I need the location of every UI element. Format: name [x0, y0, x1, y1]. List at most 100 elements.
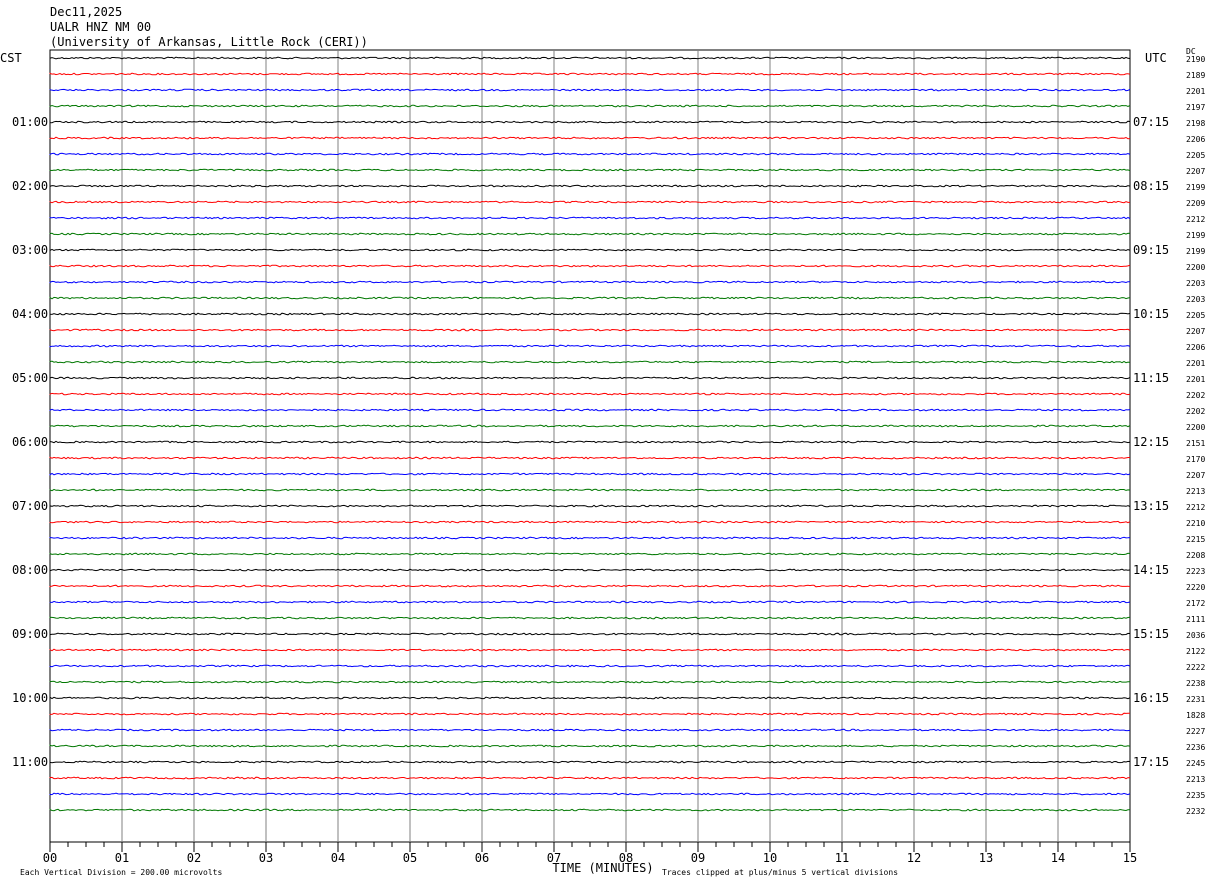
- utc-hour-label: 15:15: [1133, 627, 1169, 641]
- dc-value: 2222: [1186, 663, 1205, 672]
- x-tick-label: 13: [979, 851, 993, 865]
- dc-value: 2207: [1186, 471, 1205, 480]
- cst-hour-label: 09:00: [12, 627, 48, 641]
- trace-line: [49, 744, 1131, 748]
- trace-line: [49, 72, 1131, 76]
- trace-line: [49, 88, 1131, 92]
- dc-value: 2190: [1186, 55, 1205, 64]
- dc-value: 2212: [1186, 503, 1205, 512]
- utc-hour-label: 16:15: [1133, 691, 1169, 705]
- trace-line: [49, 648, 1131, 652]
- trace-line: [49, 120, 1131, 124]
- x-tick-label: 12: [907, 851, 921, 865]
- trace-line: [49, 696, 1131, 700]
- dc-value: 2209: [1186, 199, 1205, 208]
- trace-line: [49, 312, 1131, 316]
- dc-value: 2202: [1186, 391, 1205, 400]
- trace-line: [49, 216, 1131, 220]
- trace-line: [49, 440, 1131, 444]
- dc-value: 2200: [1186, 423, 1205, 432]
- trace-line: [49, 168, 1131, 172]
- trace-line: [49, 776, 1131, 780]
- dc-value: 2235: [1186, 791, 1205, 800]
- dc-value: 2199: [1186, 231, 1205, 240]
- trace-line: [49, 488, 1131, 492]
- cst-hour-label: 01:00: [12, 115, 48, 129]
- dc-value: 2198: [1186, 119, 1205, 128]
- trace-line: [49, 472, 1131, 476]
- utc-hour-label: 12:15: [1133, 435, 1169, 449]
- dc-value: 2213: [1186, 775, 1205, 784]
- dc-value: 2245: [1186, 759, 1205, 768]
- dc-value: 2215: [1186, 535, 1205, 544]
- trace-line: [49, 536, 1131, 540]
- dc-value: 2151: [1186, 439, 1205, 448]
- utc-hour-label: 13:15: [1133, 499, 1169, 513]
- dc-value: 2232: [1186, 807, 1205, 816]
- dc-value: 2197: [1186, 103, 1205, 112]
- trace-line: [49, 568, 1131, 572]
- trace-line: [49, 552, 1131, 556]
- cst-hour-label: 06:00: [12, 435, 48, 449]
- x-tick-label: 01: [115, 851, 129, 865]
- trace-line: [49, 344, 1131, 348]
- x-tick-label: 10: [763, 851, 777, 865]
- trace-line: [49, 104, 1131, 108]
- trace-line: [49, 616, 1131, 620]
- dc-value: 2201: [1186, 359, 1205, 368]
- trace-line: [49, 264, 1131, 268]
- cst-hour-label: 04:00: [12, 307, 48, 321]
- trace-line: [49, 184, 1131, 188]
- trace-line: [49, 232, 1131, 236]
- x-tick-label: 09: [691, 851, 705, 865]
- trace-line: [49, 792, 1131, 796]
- x-tick-label: 02: [187, 851, 201, 865]
- trace-line: [49, 504, 1131, 508]
- trace-line: [49, 376, 1131, 380]
- cst-hour-label: 10:00: [12, 691, 48, 705]
- dc-value: 2205: [1186, 311, 1205, 320]
- x-axis-title: TIME (MINUTES): [552, 861, 653, 875]
- dc-value: 2238: [1186, 679, 1205, 688]
- x-tick-label: 00: [43, 851, 57, 865]
- dc-value: 2220: [1186, 583, 1205, 592]
- trace-line: [49, 248, 1131, 252]
- trace-line: [49, 584, 1131, 588]
- trace-line: [49, 56, 1131, 60]
- x-tick-label: 05: [403, 851, 417, 865]
- dc-value: 2206: [1186, 135, 1205, 144]
- cst-hour-label: 03:00: [12, 243, 48, 257]
- dc-value: 1828: [1186, 711, 1205, 720]
- utc-hour-label: 11:15: [1133, 371, 1169, 385]
- helicorder-chart: 2190 2189 2201 2197 2198 2206 2205 2207 2199 2209…: [0, 47, 1205, 877]
- dc-value: 2200: [1186, 263, 1205, 272]
- dc-value: 2206: [1186, 343, 1205, 352]
- trace-line: [49, 808, 1131, 812]
- x-tick-label: 06: [475, 851, 489, 865]
- trace-line: [49, 360, 1131, 364]
- dc-value: 2207: [1186, 327, 1205, 336]
- trace-line: [49, 680, 1130, 684]
- trace-line: [49, 760, 1131, 764]
- dc-value: 2213: [1186, 487, 1205, 496]
- trace-line: [49, 408, 1131, 412]
- dc-value: 2199: [1186, 183, 1205, 192]
- trace-line: [49, 328, 1131, 332]
- utc-hour-label: 10:15: [1133, 307, 1169, 321]
- x-tick-label: 03: [259, 851, 273, 865]
- dc-value: 2227: [1186, 727, 1205, 736]
- dc-value: 2122: [1186, 647, 1205, 656]
- dc-value: 2210: [1186, 519, 1205, 528]
- dc-value: 2201: [1186, 87, 1205, 96]
- x-tick-label: 15: [1123, 851, 1137, 865]
- dc-value: 2189: [1186, 71, 1205, 80]
- dc-value: 2203: [1186, 279, 1205, 288]
- cst-hour-label: 07:00: [12, 499, 48, 513]
- x-tick-label: 11: [835, 851, 849, 865]
- dc-value: 2205: [1186, 151, 1205, 160]
- trace-line: [49, 136, 1131, 140]
- trace-line: [49, 664, 1131, 668]
- utc-axis-label: UTC: [1145, 51, 1167, 65]
- trace-line: [49, 280, 1131, 284]
- dc-value: 2201: [1186, 375, 1205, 384]
